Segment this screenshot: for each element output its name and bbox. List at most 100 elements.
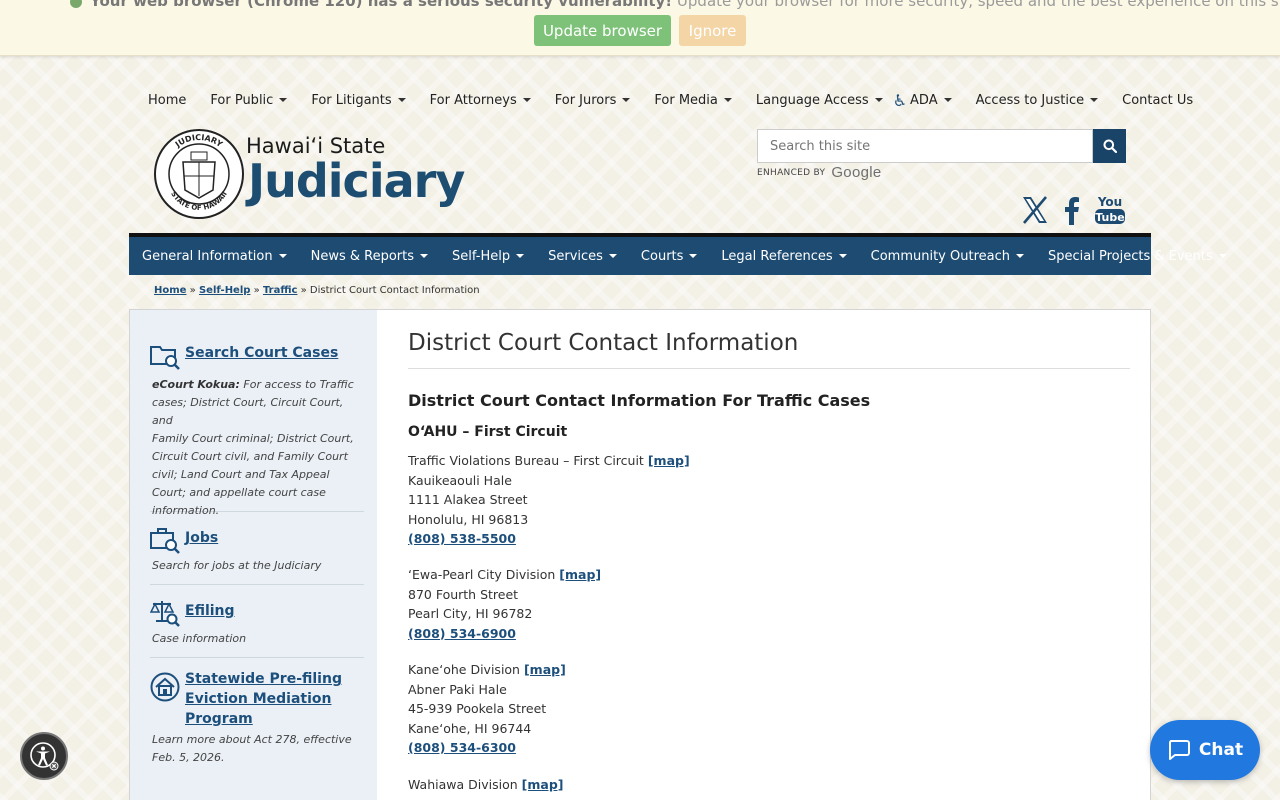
search-icon <box>1103 139 1117 153</box>
phone-link[interactable]: (808) 534-6900 <box>408 626 516 641</box>
office-name: Traffic Violations Bureau – First Circui… <box>408 453 644 468</box>
caret-down-icon <box>516 254 525 258</box>
svg-text:You: You <box>1097 195 1122 209</box>
main-nav-label: Self-Help <box>452 248 511 264</box>
top-nav-ada[interactable]: ♿ ADA <box>893 91 952 110</box>
browser-shield-icon <box>70 0 82 8</box>
desc-line: civil; Land Court and Tax Appeal <box>152 468 330 481</box>
top-nav-for-public[interactable]: For Public <box>210 92 288 108</box>
breadcrumb-traffic[interactable]: Traffic <box>263 285 297 296</box>
desc-line: For access to Traffic <box>243 378 354 391</box>
top-nav-for-jurors[interactable]: For Jurors <box>555 93 631 108</box>
enhanced-by-google: ENHANCED BY Google <box>757 164 882 181</box>
search-button[interactable] <box>1093 129 1126 163</box>
map-link[interactable]: [map] <box>522 777 564 792</box>
map-link[interactable]: [map] <box>648 453 690 468</box>
main-nav-services[interactable]: Services <box>548 249 617 264</box>
address-line: Kauikeaouli Hale <box>408 472 512 488</box>
phone-link[interactable]: (808) 538-5500 <box>408 531 516 546</box>
google-logo: Google <box>831 164 882 181</box>
section-heading: District Court Contact Information For T… <box>408 391 871 410</box>
caret-down-icon <box>943 98 952 102</box>
top-nav-for-attorneys[interactable]: For Attorneys <box>430 93 531 108</box>
x-icon[interactable] <box>1020 195 1050 225</box>
search-court-cases-desc: eCourt Kokua: For access to Traffic case… <box>152 376 364 520</box>
wheelchair-icon: ♿ <box>892 90 908 110</box>
enhanced-by-text: ENHANCED BY <box>757 167 826 178</box>
map-link[interactable]: [map] <box>559 567 601 582</box>
search-input[interactable] <box>757 129 1093 163</box>
sidebar-item-jobs: Jobs Search for jobs at the Judiciary <box>150 526 364 585</box>
content-panel: Search Court Cases eCourt Kokua: For acc… <box>129 309 1151 800</box>
facebook-icon[interactable] <box>1062 195 1082 225</box>
address-line: Honolulu, HI 96813 <box>408 511 529 527</box>
main-nav-special-projects[interactable]: Special Projects & Events <box>1048 249 1227 264</box>
main-nav-courts[interactable]: Courts <box>641 249 698 264</box>
caret-down-icon <box>689 254 698 258</box>
top-nav-label: Home <box>148 92 187 108</box>
address-line: Kaneʻohe, HI 96744 <box>408 720 532 736</box>
security-message-bold: Your web browser (Chrome 120) has a seri… <box>90 0 673 10</box>
search-court-cases-link[interactable]: Search Court Cases <box>185 343 338 363</box>
top-nav-access-to-justice[interactable]: Access to Justice <box>976 93 1099 108</box>
main-nav-community-outreach[interactable]: Community Outreach <box>871 249 1024 264</box>
update-browser-button[interactable]: Update browser <box>534 15 671 46</box>
top-nav-language-access[interactable]: Language Access <box>756 93 883 108</box>
list-item: ʻEwa-Pearl City Division [map] 870 Fourt… <box>408 565 601 643</box>
top-nav-label: Contact Us <box>1122 92 1194 108</box>
ignore-button[interactable]: Ignore <box>679 15 746 46</box>
address-line: 870 Fourth Street <box>408 586 519 602</box>
office-name: Kaneʻohe Division <box>408 662 520 677</box>
top-nav-home[interactable]: Home <box>148 93 186 108</box>
briefcase-search-icon[interactable] <box>150 526 180 554</box>
top-nav-label: Language Access <box>755 92 869 108</box>
breadcrumb-current: District Court Contact Information <box>309 285 480 296</box>
main-nav-legal-references[interactable]: Legal References <box>721 249 847 264</box>
jobs-desc: Search for jobs at the Judiciary <box>152 559 322 572</box>
main-nav-general-information[interactable]: General Information <box>142 249 287 264</box>
accessibility-button[interactable] <box>20 732 68 780</box>
desc-line: Court; and appellate court case <box>152 486 326 499</box>
social-links: You Tube <box>1020 194 1126 226</box>
main-nav-label: Services <box>548 248 603 264</box>
chat-label: Chat <box>1198 740 1244 760</box>
main-nav-news-reports[interactable]: News & Reports <box>310 248 429 264</box>
sidebar-item-search-court-cases: Search Court Cases eCourt Kokua: For acc… <box>150 342 364 517</box>
breadcrumb-separator: » <box>253 285 260 296</box>
phone-link[interactable]: (808) 534-6300 <box>408 740 516 755</box>
top-nav-for-litigants[interactable]: For Litigants <box>311 93 406 108</box>
house-icon[interactable] <box>150 672 180 702</box>
scales-search-icon[interactable] <box>150 599 180 627</box>
breadcrumb: Home » Self-Help » Traffic » District Co… <box>154 285 480 296</box>
efiling-link[interactable]: Efiling <box>185 601 235 621</box>
main-nav-label: Community Outreach <box>870 248 1010 264</box>
security-banner: Your web browser (Chrome 120) has a seri… <box>0 0 1280 56</box>
main-nav-label: News & Reports <box>310 248 415 264</box>
accessibility-icon <box>30 742 59 771</box>
folder-search-icon[interactable] <box>150 342 180 370</box>
caret-down-icon <box>608 254 617 258</box>
page-title: District Court Contact Information <box>408 330 1130 369</box>
eviction-mediation-link[interactable]: Statewide Pre-filing Eviction Mediation … <box>185 669 342 729</box>
main-nav-label: Special Projects & Events <box>1048 248 1213 264</box>
office-name: Wahiawa Division <box>408 777 518 792</box>
main-nav-self-help[interactable]: Self-Help <box>452 248 525 264</box>
efiling-desc: Case information <box>152 632 247 645</box>
main-nav-label: General Information <box>142 248 273 264</box>
oahu-subheading: O‘AHU – First Circuit <box>408 424 568 440</box>
top-nav-label: For Public <box>210 92 274 108</box>
caret-down-icon <box>622 98 631 102</box>
breadcrumb-home[interactable]: Home <box>154 285 186 296</box>
caret-down-icon <box>420 254 429 258</box>
top-nav-contact-us[interactable]: Contact Us <box>1122 93 1193 108</box>
top-nav-for-media[interactable]: For Media <box>654 93 732 108</box>
breadcrumb-separator: » <box>189 285 196 296</box>
caret-down-icon <box>1090 98 1099 102</box>
map-link[interactable]: [map] <box>524 662 566 677</box>
caret-down-icon <box>723 98 732 102</box>
breadcrumb-self-help[interactable]: Self-Help <box>199 285 250 296</box>
jobs-link[interactable]: Jobs <box>185 528 218 548</box>
chat-button[interactable]: Chat <box>1150 720 1260 780</box>
site-logo[interactable]: JUDICIARY STATE OF HAWAII Hawaiʻi State … <box>153 128 465 223</box>
youtube-icon[interactable]: You Tube <box>1094 194 1126 226</box>
